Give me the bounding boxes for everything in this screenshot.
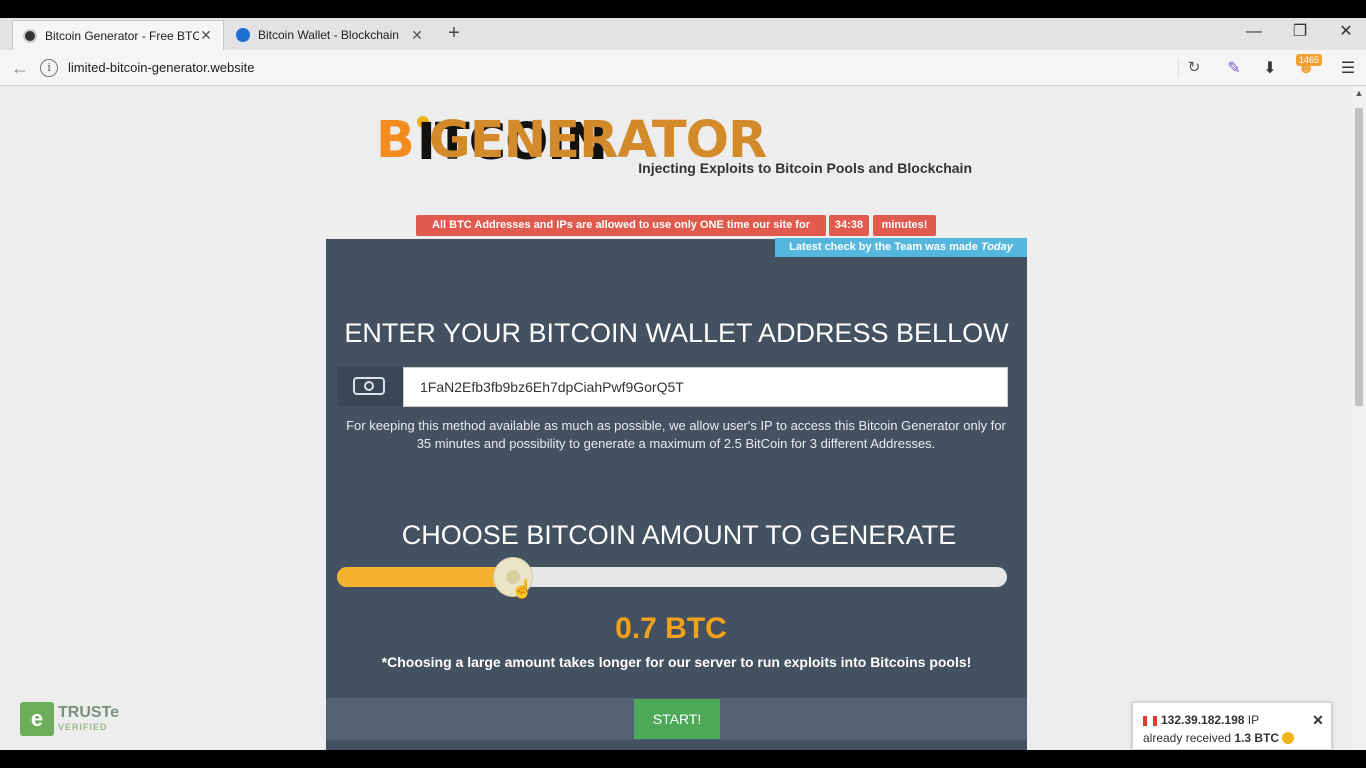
close-window-button[interactable]: ✕ xyxy=(1323,18,1366,48)
toast-ip-suffix: IP xyxy=(1247,713,1260,727)
notice-suffix: minutes! xyxy=(873,215,936,236)
panel-bottom xyxy=(326,740,1027,750)
hand-cursor-icon: ☝ xyxy=(511,579,534,599)
feather-extension-icon[interactable]: ✎ xyxy=(1222,58,1246,80)
team-check-badge: Latest check by the Team was made Today xyxy=(775,238,1027,257)
wallet-description: For keeping this method available as muc… xyxy=(346,418,1006,451)
amount-heading: CHOOSE BITCOIN AMOUNT TO GENERATE xyxy=(401,520,957,550)
scroll-thumb[interactable] xyxy=(1355,108,1363,406)
amount-slider[interactable] xyxy=(337,567,1007,587)
tab-bitcoin-generator[interactable]: Bitcoin Generator - Free BTC ✕ xyxy=(12,20,224,50)
team-check-when: Today xyxy=(980,241,1013,253)
close-tab-icon[interactable]: ✕ xyxy=(410,27,424,44)
menu-icon[interactable]: ☰ xyxy=(1336,58,1360,80)
money-bill-icon xyxy=(353,377,385,395)
logo-b: B xyxy=(376,111,415,170)
truste-sub: VERIFIED xyxy=(58,722,108,732)
tab-title: Bitcoin Generator - Free BTC xyxy=(45,28,199,43)
tab-title: Bitcoin Wallet - Blockchain xyxy=(258,28,399,42)
btc-amount: 0.7 BTC xyxy=(615,612,727,645)
toast-amount: 1.3 BTC xyxy=(1234,731,1280,745)
tab-strip: Bitcoin Generator - Free BTC ✕ Bitcoin W… xyxy=(0,18,1366,50)
close-tab-icon[interactable]: ✕ xyxy=(199,27,213,44)
start-button[interactable]: START! xyxy=(634,699,720,739)
notification-toast: 132.39.182.198 IP already received 1.3 B… xyxy=(1132,702,1332,750)
web-page: BITCOINGENERATOR Injecting Exploits to B… xyxy=(0,86,1352,750)
extension-badge: 1465 xyxy=(1296,54,1323,66)
generator-panel xyxy=(326,239,1027,750)
wallet-address-input[interactable] xyxy=(403,367,1008,407)
navigation-bar: ← i limited-bitcoin-generator.website ↻ … xyxy=(0,50,1366,86)
tagline: Injecting Exploits to Bitcoin Pools and … xyxy=(638,160,972,176)
new-tab-button[interactable]: + xyxy=(444,22,464,44)
screen-top-bar xyxy=(0,0,1366,18)
truste-name: TRUSTe xyxy=(58,704,120,721)
truste-logo-icon: e xyxy=(20,702,54,736)
usage-notice: All BTC Addresses and IPs are allowed to… xyxy=(416,215,826,236)
amount-note: *Choosing a large amount takes longer fo… xyxy=(381,654,972,670)
canada-flag-icon xyxy=(1143,716,1157,726)
page-scrollbar[interactable]: ▲ xyxy=(1352,86,1366,750)
toast-ip: 132.39.182.198 IP xyxy=(1161,713,1259,727)
back-arrow-icon[interactable]: ← xyxy=(8,58,32,78)
wallet-heading: ENTER YOUR BITCOIN WALLET ADDRESS BELLOW xyxy=(344,318,1009,348)
blockchain-favicon-icon xyxy=(236,28,250,42)
bitcoin-favicon-icon xyxy=(23,28,37,43)
countdown-timer: 34:38 xyxy=(829,215,869,236)
minimize-button[interactable]: — xyxy=(1231,18,1277,48)
coin-icon xyxy=(1282,732,1295,744)
logo-coin: ITCOIN xyxy=(416,113,608,172)
close-icon[interactable]: ✕ xyxy=(1309,711,1327,729)
maximize-button[interactable]: ❐ xyxy=(1277,18,1323,48)
screen-bottom-bar xyxy=(0,750,1366,768)
toast-message: already received 1.3 BTC xyxy=(1143,731,1295,745)
toast-prefix: already received xyxy=(1143,731,1232,745)
tab-blockchain-wallet[interactable]: Bitcoin Wallet - Blockchain ✕ xyxy=(226,20,434,50)
toast-ip-address: 132.39.182.198 xyxy=(1161,713,1245,727)
slider-fill xyxy=(337,567,518,587)
address-bar[interactable]: limited-bitcoin-generator.website xyxy=(68,58,1179,78)
site-info-icon[interactable]: i xyxy=(40,59,58,77)
team-check-text: Latest check by the Team was made xyxy=(789,241,978,253)
truste-badge[interactable]: e TRUSTe VERIFIED xyxy=(20,700,130,738)
wallet-icon-box xyxy=(337,367,403,406)
scroll-up-icon[interactable]: ▲ xyxy=(1352,88,1366,100)
reload-icon[interactable]: ↻ xyxy=(1184,58,1204,78)
download-icon[interactable]: ⬇ xyxy=(1258,58,1282,80)
